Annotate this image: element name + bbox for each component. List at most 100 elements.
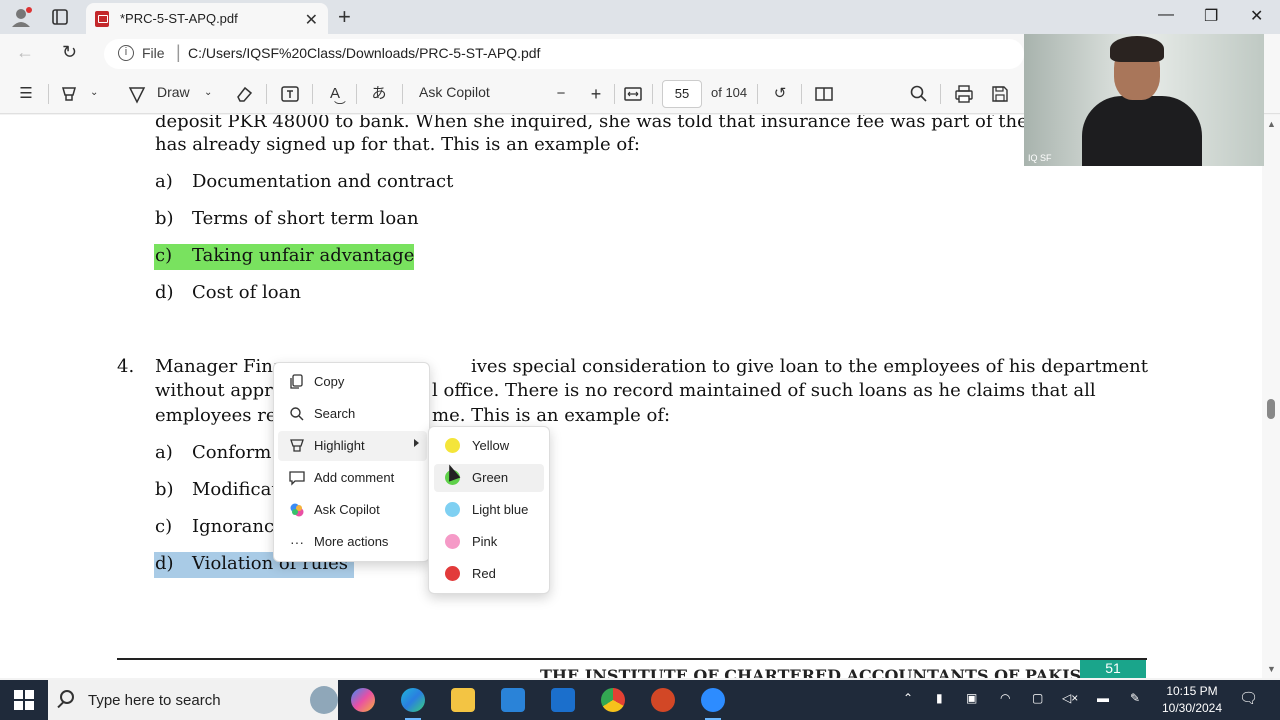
tab-actions-icon[interactable] (50, 7, 70, 27)
menu-item-add-comment[interactable]: Add comment (278, 463, 427, 493)
tab-close-icon[interactable]: ✕ (305, 10, 318, 30)
menu-item-ask-copilot[interactable]: Ask Copilot (278, 495, 427, 525)
find-search-icon[interactable] (908, 83, 930, 105)
profile-icon[interactable] (10, 6, 32, 28)
print-icon[interactable] (953, 83, 975, 105)
pdf-page[interactable]: deposit PKR 48000 to bank. When she inqu… (0, 115, 1262, 678)
new-tab-button[interactable]: + (338, 4, 351, 30)
read-aloud-icon[interactable]: A͜ (324, 83, 346, 105)
toolbar-divider (652, 84, 653, 104)
speaker-muted-icon[interactable]: ◁× (1062, 691, 1078, 705)
ask-copilot-button[interactable]: Ask Copilot (419, 84, 490, 100)
submenu-arrow-icon (414, 439, 419, 447)
option-text: Conform (192, 442, 272, 463)
vertical-scrollbar[interactable]: ▲ ▼ (1262, 115, 1280, 678)
search-icon (60, 690, 74, 704)
highlight-dropdown-chevron-icon[interactable]: ⌄ (90, 87, 98, 98)
microsoft-store-icon[interactable] (501, 688, 525, 712)
restore-icon[interactable]: ❐ (1204, 6, 1218, 26)
presenter-hair (1110, 36, 1164, 62)
meet-now-icon[interactable]: ▢ (1032, 691, 1043, 705)
url-field[interactable]: i File | C:/Users/IQSF%20Class/Downloads… (104, 39, 1024, 69)
draw-label[interactable]: Draw (157, 84, 190, 100)
powerpoint-icon[interactable] (651, 688, 675, 712)
scroll-down-arrow-icon[interactable]: ▼ (1267, 664, 1276, 674)
toolbar-divider (757, 84, 758, 104)
color-label: Light blue (472, 502, 529, 517)
minimize-icon[interactable]: — (1158, 6, 1174, 24)
search-highlight-mascot-icon[interactable] (310, 686, 338, 714)
rotate-icon[interactable]: ↺ (769, 83, 791, 105)
zoom-app-icon[interactable] (701, 688, 725, 720)
scroll-up-arrow-icon[interactable]: ▲ (1267, 119, 1276, 129)
zoom-in-icon[interactable]: + (585, 83, 607, 105)
chrome-icon[interactable] (601, 688, 625, 712)
pen-menu-icon[interactable]: ✎ (1130, 691, 1140, 705)
scrollbar-thumb[interactable] (1267, 399, 1275, 419)
color-swatch-light-blue (445, 502, 460, 517)
copilot-icon (290, 503, 304, 517)
tab-pdf[interactable]: *PRC-5-ST-APQ.pdf ✕ (86, 3, 328, 34)
url-separator: | (176, 42, 181, 62)
save-icon[interactable] (989, 83, 1011, 105)
zoom-out-icon[interactable]: − (550, 83, 572, 105)
text-box-icon[interactable] (279, 83, 301, 105)
menu-item-label: Highlight (314, 438, 365, 453)
highlight-tool-icon[interactable] (58, 83, 80, 105)
menu-item-label: Search (314, 406, 356, 421)
highlighter-icon (290, 439, 304, 452)
reload-icon[interactable]: ↻ (62, 42, 77, 63)
notifications-icon[interactable]: 🗨 (1239, 689, 1258, 707)
file-explorer-icon[interactable] (451, 688, 475, 712)
mail-icon[interactable] (551, 688, 575, 712)
taskbar-search-placeholder: Type here to search (88, 692, 221, 709)
question-3-text-line-1: deposit PKR 48000 to bank. When she inqu… (155, 115, 1062, 132)
url-scheme: File (142, 45, 165, 61)
translate-icon[interactable]: あ (368, 83, 390, 105)
participant-name: IQ SF (1028, 153, 1052, 163)
eraser-icon[interactable] (233, 83, 255, 105)
context-menu: Copy Search Highlight Add comment Ask Co… (273, 362, 430, 562)
microphone-icon[interactable]: ▮ (936, 691, 943, 705)
question-4-line-2-start: without appr (155, 380, 273, 401)
toolbar-divider (312, 84, 313, 104)
option-text: Terms of short term loan (192, 208, 419, 229)
battery-icon[interactable]: ▬ (1097, 691, 1109, 705)
menu-item-search[interactable]: Search (278, 399, 427, 429)
draw-dropdown-chevron-icon[interactable]: ⌄ (204, 87, 212, 98)
highlight-color-red[interactable]: Red (434, 560, 544, 588)
option-text: Taking unfair advantage (192, 245, 415, 266)
page-number-input[interactable]: 55 (662, 80, 702, 108)
show-hidden-icons-chevron-icon[interactable]: ⌃ (903, 691, 913, 705)
title-bar: *PRC-5-ST-APQ.pdf ✕ + — ❐ ✕ (0, 0, 1280, 34)
option-letter: c) (155, 245, 173, 266)
camera-tray-icon[interactable]: ▣ (966, 691, 977, 705)
color-swatch-red (445, 566, 460, 581)
menu-item-more-actions[interactable]: ··· More actions (278, 527, 427, 557)
page-view-icon[interactable] (813, 83, 835, 105)
draw-pen-icon[interactable] (126, 83, 148, 105)
windows-start-icon[interactable] (14, 690, 34, 710)
highlight-color-light-blue[interactable]: Light blue (434, 496, 544, 524)
footer-institute-name: THE INSTITUTE OF CHARTERED ACCOUNTANTS O… (540, 666, 1120, 678)
back-arrow-icon[interactable]: ← (16, 42, 34, 63)
option-letter: a) (155, 442, 173, 463)
url-text[interactable]: C:/Users/IQSF%20Class/Downloads/PRC-5-ST… (188, 45, 540, 61)
edge-browser-icon[interactable] (401, 688, 425, 720)
footer-rule (117, 658, 1147, 660)
menu-item-highlight[interactable]: Highlight (278, 431, 427, 461)
fit-to-width-icon[interactable] (622, 83, 644, 105)
color-swatch-pink (445, 534, 460, 549)
copilot-app-icon[interactable] (351, 688, 375, 712)
taskbar-search-box[interactable]: Type here to search (48, 680, 338, 720)
highlight-color-pink[interactable]: Pink (434, 528, 544, 556)
question-4-line-1-start: Manager Fina (155, 356, 284, 377)
contents-list-icon[interactable]: ☰ (15, 83, 37, 105)
question-4-line-3-end: me. This is an example of: (432, 405, 671, 426)
menu-item-copy[interactable]: Copy (278, 367, 427, 397)
wifi-icon[interactable]: ◠ (1000, 691, 1010, 705)
highlight-color-yellow[interactable]: Yellow (434, 432, 544, 460)
close-window-icon[interactable]: ✕ (1250, 6, 1263, 26)
info-icon[interactable]: i (118, 45, 134, 61)
taskbar-clock[interactable]: 10:15 PM 10/30/2024 (1160, 683, 1224, 717)
